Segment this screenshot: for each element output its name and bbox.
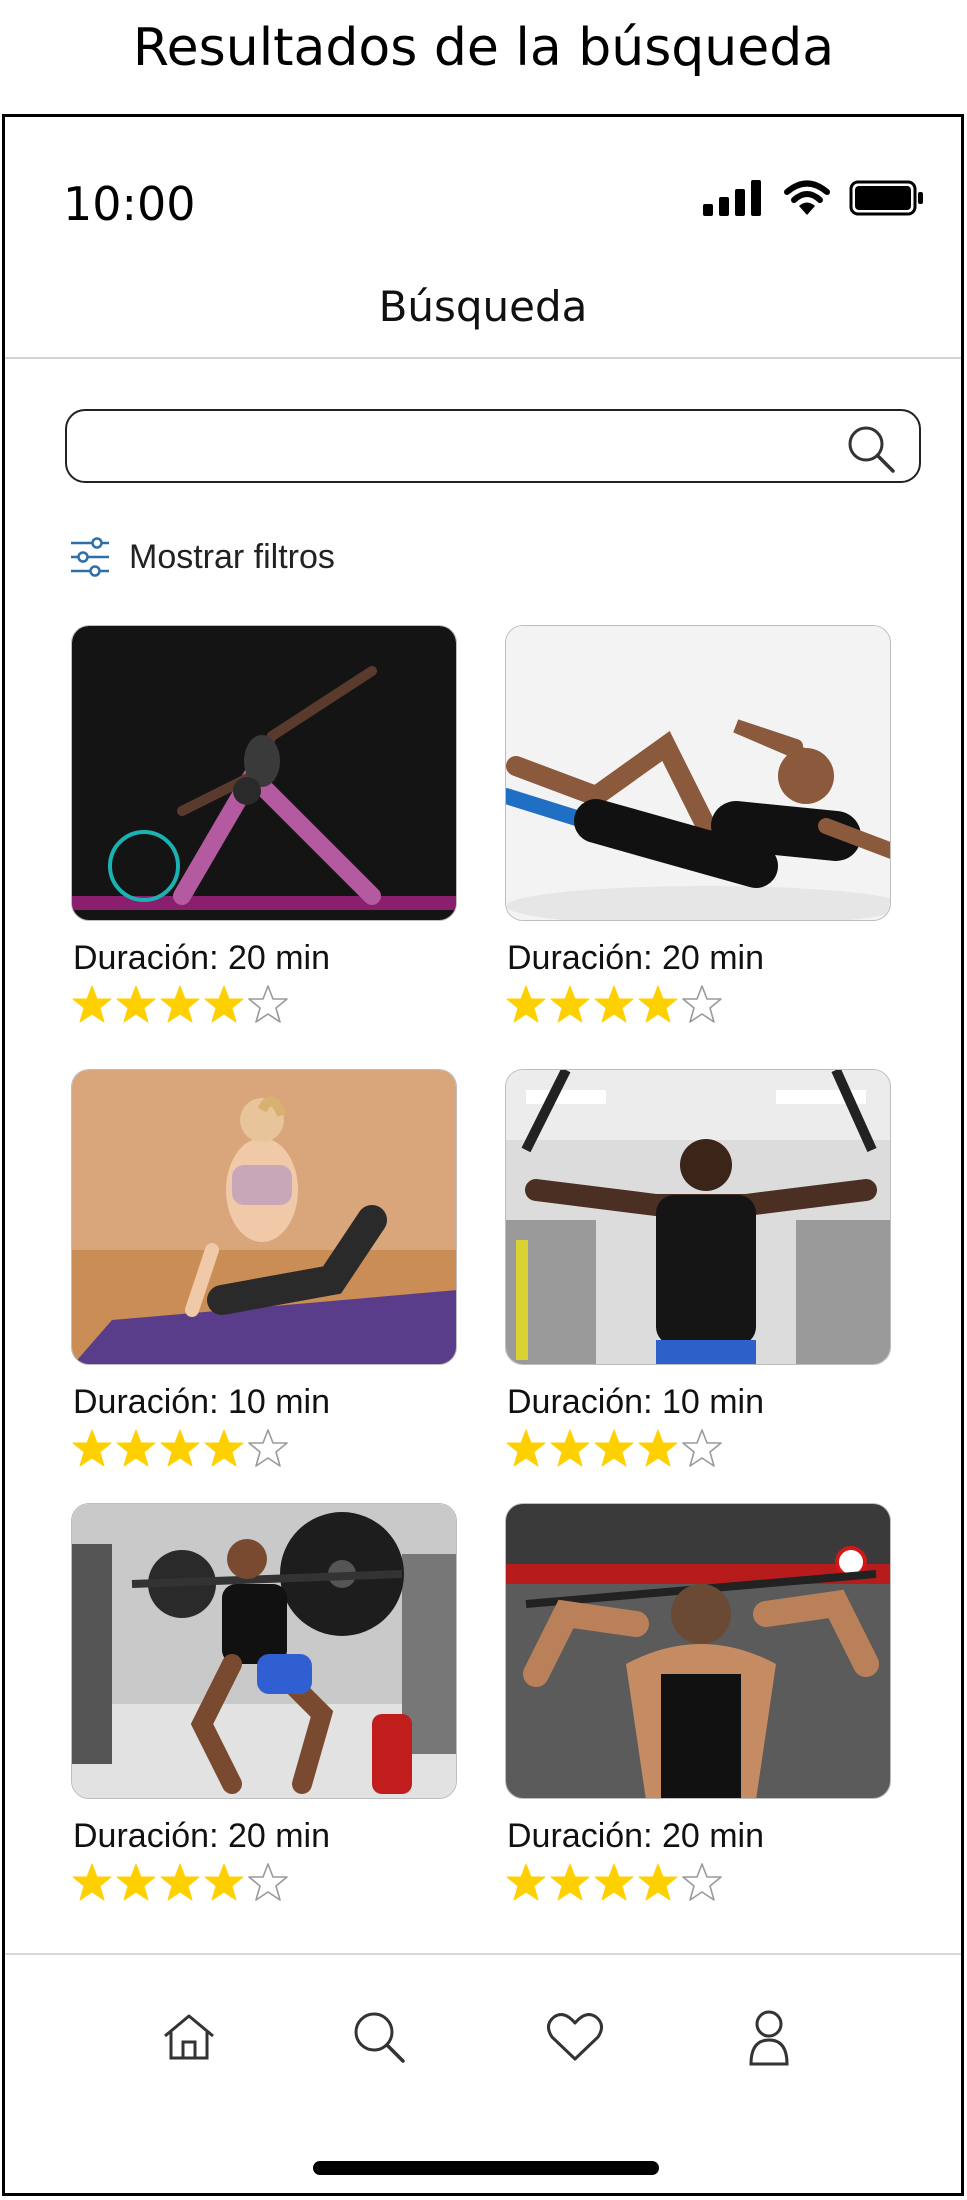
barbell-squat-photo[interactable] [71, 1503, 457, 1799]
star-filled-icon [160, 1863, 200, 1901]
heart-icon[interactable] [546, 2011, 604, 2063]
duration-label: Duración: 20 min [73, 939, 331, 977]
bottom-nav-divider [5, 1953, 961, 1955]
yoga-triangle-pose-photo[interactable] [71, 625, 457, 921]
star-filled-icon [116, 1429, 156, 1467]
cable-chest-fly-photo[interactable] [505, 1069, 891, 1365]
result-card[interactable]: Duración: 20 min [505, 625, 891, 1024]
sliders-icon [71, 537, 109, 577]
nav-search[interactable] [339, 1997, 419, 2077]
star-filled-icon [506, 1429, 546, 1467]
star-rating [71, 984, 457, 1024]
nav-home[interactable] [149, 1997, 229, 2077]
status-bar: 10:00 [5, 117, 961, 267]
home-icon[interactable] [161, 2012, 217, 2062]
nav-favorites[interactable] [535, 1997, 615, 2077]
star-filled-icon [116, 1863, 156, 1901]
page-title: Búsqueda [378, 282, 588, 331]
star-filled-icon [594, 1429, 634, 1467]
search-icon[interactable] [351, 2009, 407, 2065]
star-filled-icon [72, 1429, 112, 1467]
star-filled-icon [204, 1429, 244, 1467]
result-card[interactable]: Duración: 20 min [505, 1503, 891, 1902]
duration-label: Duración: 10 min [73, 1383, 331, 1421]
signal-icon [703, 180, 761, 216]
star-empty-icon [682, 1863, 722, 1901]
star-filled-icon [160, 1429, 200, 1467]
duration-label: Duración: 10 min [507, 1383, 765, 1421]
wifi-icon [784, 180, 830, 215]
phone-frame: 10:00 Búsqueda Mostrar filtros Duración:… [2, 114, 964, 2196]
star-empty-icon [682, 985, 722, 1023]
star-filled-icon [594, 1863, 634, 1901]
star-rating [505, 1428, 891, 1468]
star-filled-icon [506, 985, 546, 1023]
star-filled-icon [594, 985, 634, 1023]
show-filters-button[interactable]: Mostrar filtros [69, 537, 335, 577]
star-filled-icon [116, 985, 156, 1023]
battery-icon [849, 180, 923, 216]
bottom-nav [5, 1997, 961, 2107]
star-filled-icon [72, 1863, 112, 1901]
nav-profile[interactable] [729, 1997, 809, 2077]
star-rating [71, 1862, 457, 1902]
user-icon[interactable] [747, 2008, 791, 2066]
star-filled-icon [506, 1863, 546, 1901]
star-rating [505, 1862, 891, 1902]
home-indicator[interactable] [313, 2161, 659, 2175]
star-filled-icon [550, 1863, 590, 1901]
star-filled-icon [204, 1863, 244, 1901]
star-rating [505, 984, 891, 1024]
star-filled-icon [638, 1429, 678, 1467]
star-empty-icon [248, 985, 288, 1023]
show-filters-label: Mostrar filtros [129, 537, 335, 576]
star-empty-icon [682, 1429, 722, 1467]
star-rating [71, 1428, 457, 1468]
bicycle-crunch-photo[interactable] [505, 625, 891, 921]
star-filled-icon [550, 985, 590, 1023]
star-empty-icon [248, 1429, 288, 1467]
header-divider [5, 357, 961, 359]
status-time: 10:00 [63, 177, 196, 231]
duration-label: Duración: 20 min [507, 939, 765, 977]
star-empty-icon [248, 1863, 288, 1901]
search-icon[interactable] [845, 423, 897, 475]
star-filled-icon [638, 985, 678, 1023]
yoga-pigeon-pose-photo[interactable] [71, 1069, 457, 1365]
duration-label: Duración: 20 min [507, 1817, 765, 1855]
star-filled-icon [160, 985, 200, 1023]
star-filled-icon [204, 985, 244, 1023]
result-card[interactable]: Duración: 10 min [505, 1069, 891, 1468]
result-card[interactable]: Duración: 10 min [71, 1069, 457, 1468]
lat-pulldown-back-photo[interactable] [505, 1503, 891, 1799]
duration-label: Duración: 20 min [73, 1817, 331, 1855]
search-input[interactable] [65, 409, 921, 483]
page-caption: Resultados de la búsqueda [132, 18, 835, 78]
result-card[interactable]: Duración: 20 min [71, 625, 457, 1024]
star-filled-icon [638, 1863, 678, 1901]
star-filled-icon [72, 985, 112, 1023]
star-filled-icon [550, 1429, 590, 1467]
result-card[interactable]: Duración: 20 min [71, 1503, 457, 1902]
